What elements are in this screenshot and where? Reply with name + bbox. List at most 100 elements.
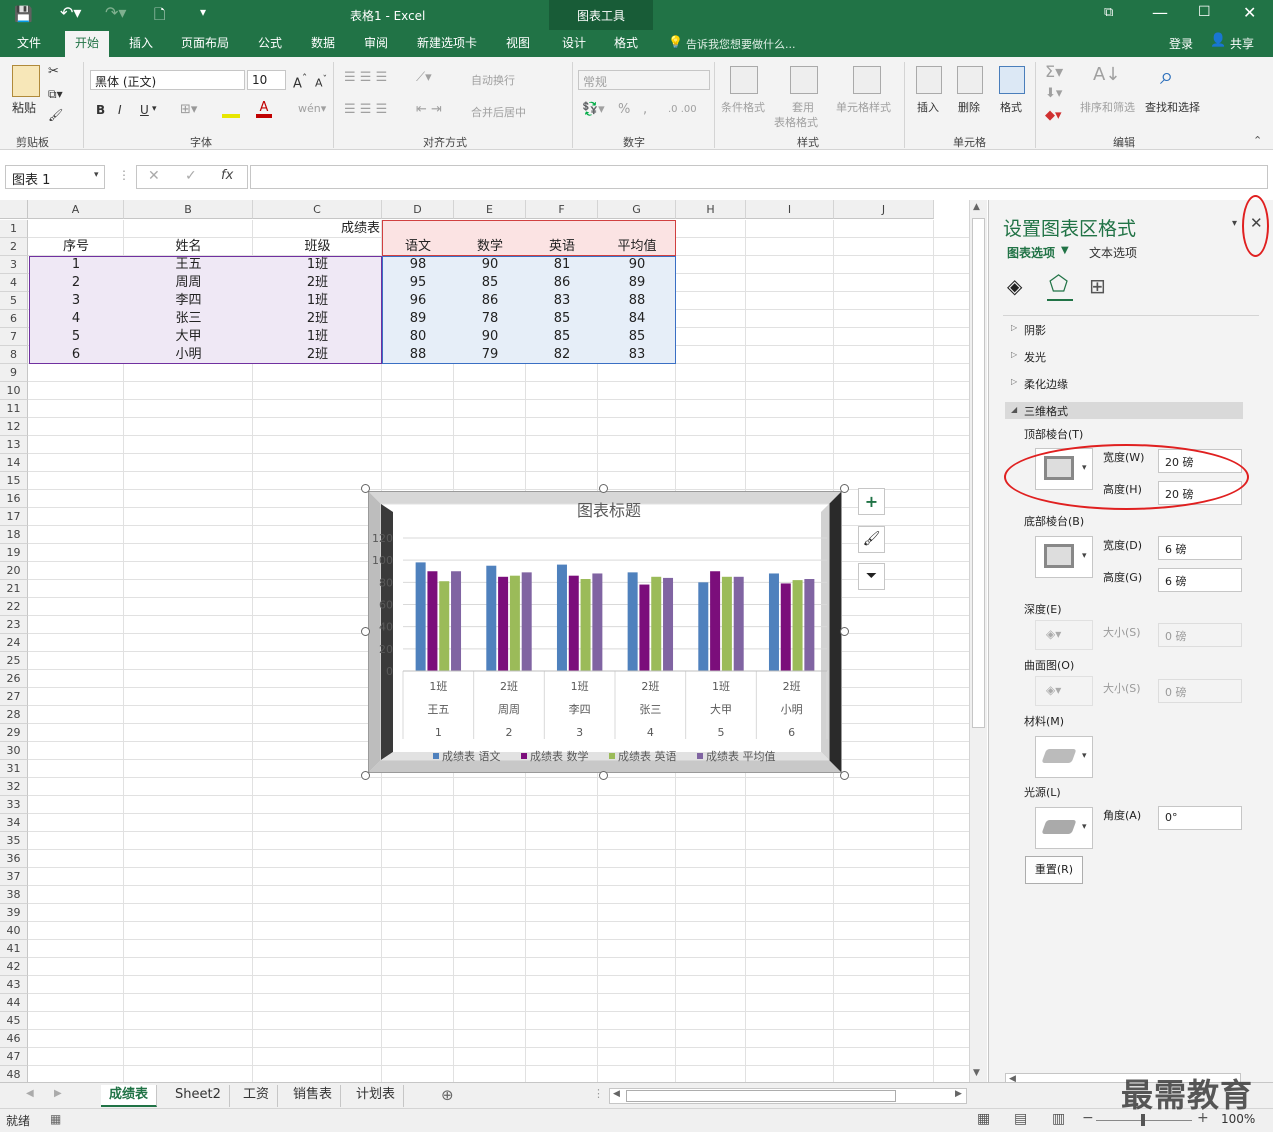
row-header-48[interactable]: 48 <box>0 1066 28 1082</box>
chart-elements-icon[interactable]: + <box>858 488 885 515</box>
format-painter-icon[interactable]: 🖌 <box>48 108 63 122</box>
macro-record-icon[interactable]: ▦ <box>50 1112 61 1126</box>
column-header-J[interactable]: J <box>834 200 934 219</box>
column-header-D[interactable]: D <box>382 200 454 219</box>
row-header-17[interactable]: 17 <box>0 508 28 526</box>
find-select-icon[interactable]: ⌕ <box>1160 62 1173 90</box>
table-cell[interactable]: 1 <box>28 256 124 274</box>
table-cell[interactable]: 大甲 <box>124 328 253 346</box>
conditional-format-icon[interactable] <box>730 66 758 94</box>
tab-view[interactable]: 视图 <box>506 34 530 51</box>
orientation-icon[interactable]: ⟋▾ <box>416 70 432 85</box>
resize-handle[interactable] <box>840 484 849 493</box>
find-select-button[interactable]: 查找和选择 <box>1145 99 1200 115</box>
next-sheet-icon[interactable]: ▶ <box>54 1088 62 1099</box>
row-header-8[interactable]: 8 <box>0 346 28 364</box>
tab-split-handle-icon[interactable]: ⋮ <box>593 1087 604 1100</box>
row-header-43[interactable]: 43 <box>0 976 28 994</box>
table-cell[interactable]: 张三 <box>124 310 253 328</box>
row-header-26[interactable]: 26 <box>0 670 28 688</box>
tab-review[interactable]: 审阅 <box>364 34 388 51</box>
insert-cells-button[interactable]: 插入 <box>917 99 939 115</box>
table-cell[interactable]: 86 <box>454 292 526 310</box>
row-header-36[interactable]: 36 <box>0 850 28 868</box>
row-header-12[interactable]: 12 <box>0 418 28 436</box>
table-cell[interactable]: 90 <box>454 256 526 274</box>
contour-size-input[interactable]: 0 磅 <box>1158 679 1242 703</box>
table-cell[interactable]: 80 <box>382 328 454 346</box>
tab-design[interactable]: 设计 <box>562 34 586 51</box>
table-cell[interactable]: 小明 <box>124 346 253 364</box>
chart-object[interactable]: 图表标题 120 100 80 60 40 20 0 1班 王五 1 2班 周周 2 1班 李四 3 2班 张三 4 1… <box>365 488 845 776</box>
indent-icon[interactable]: ⇤ ⇥ <box>416 102 442 117</box>
sheet-tab-sheet2[interactable]: Sheet2 <box>167 1085 230 1107</box>
add-sheet-icon[interactable]: ⊕ <box>441 1086 454 1104</box>
row-header-42[interactable]: 42 <box>0 958 28 976</box>
column-header-H[interactable]: H <box>676 200 746 219</box>
row-header-5[interactable]: 5 <box>0 292 28 310</box>
delete-cells-icon[interactable] <box>957 66 983 94</box>
resize-handle[interactable] <box>361 771 370 780</box>
format-as-table-line1[interactable]: 套用 <box>792 99 814 115</box>
resize-handle[interactable] <box>599 771 608 780</box>
percent-button[interactable]: % <box>618 102 630 117</box>
table-cell[interactable]: 王五 <box>124 256 253 274</box>
sheet-tab-sales[interactable]: 销售表 <box>285 1085 342 1107</box>
insert-cells-icon[interactable] <box>916 66 942 94</box>
row-header-39[interactable]: 39 <box>0 904 28 922</box>
row-header-21[interactable]: 21 <box>0 580 28 598</box>
tab-page-layout[interactable]: 页面布局 <box>181 34 229 51</box>
table-cell[interactable]: 83 <box>598 346 676 364</box>
page-layout-view-icon[interactable]: ▤ <box>1014 1111 1027 1127</box>
vertical-scrollbar[interactable]: ▲ ▼ <box>969 200 987 1082</box>
lighting-picker[interactable]: ▾ <box>1035 807 1093 849</box>
table-cell[interactable]: 88 <box>382 346 454 364</box>
cell-styles-button[interactable]: 单元格样式 <box>836 99 891 115</box>
row-header-27[interactable]: 27 <box>0 688 28 706</box>
row-header-6[interactable]: 6 <box>0 310 28 328</box>
vertical-scroll-thumb[interactable] <box>972 218 985 728</box>
row-header-34[interactable]: 34 <box>0 814 28 832</box>
tab-file[interactable]: 文件 <box>17 34 41 51</box>
sheet-tab-salary[interactable]: 工资 <box>235 1085 279 1107</box>
section-glow[interactable]: 发光 <box>1024 349 1046 365</box>
table-cell[interactable]: 2 <box>28 274 124 292</box>
collapse-ribbon-icon[interactable]: ⌃ <box>1253 134 1262 147</box>
pane-options-dropdown-icon[interactable]: ▾ <box>1232 218 1237 229</box>
scroll-left-icon[interactable]: ◀ <box>613 1089 620 1099</box>
format-as-table-icon[interactable] <box>790 66 818 94</box>
table-cell[interactable]: 90 <box>598 256 676 274</box>
row-header-29[interactable]: 29 <box>0 724 28 742</box>
column-header-E[interactable]: E <box>454 200 526 219</box>
number-format-combo[interactable]: 常规 <box>578 70 710 90</box>
font-name-combo[interactable]: 黑体 (正文) <box>90 70 245 90</box>
bottom-width-input[interactable]: 6 磅 <box>1158 536 1242 560</box>
sheet-tab-scores[interactable]: 成绩表 <box>101 1085 158 1107</box>
format-as-table-line2[interactable]: 表格格式 <box>774 114 818 130</box>
table-cell[interactable]: 81 <box>526 256 598 274</box>
expand-shadow-icon[interactable]: ▷ <box>1011 323 1017 332</box>
cell-styles-icon[interactable] <box>853 66 881 94</box>
expand-soft-edges-icon[interactable]: ▷ <box>1011 377 1017 386</box>
resize-handle[interactable] <box>840 627 849 636</box>
decimal-icon[interactable]: .0 .00 <box>668 104 697 115</box>
header-cell[interactable]: 语文 <box>382 238 454 256</box>
row-header-25[interactable]: 25 <box>0 652 28 670</box>
cut-icon[interactable]: ✂ <box>48 64 59 79</box>
tab-data[interactable]: 数据 <box>311 34 335 51</box>
table-cell[interactable]: 84 <box>598 310 676 328</box>
page-break-view-icon[interactable]: ▥ <box>1052 1111 1065 1127</box>
ribbon-display-icon[interactable]: ⧉ <box>1104 5 1113 20</box>
prev-sheet-icon[interactable]: ◀ <box>26 1088 34 1099</box>
tab-chart-options[interactable]: 图表选项 <box>1007 244 1055 261</box>
row-header-33[interactable]: 33 <box>0 796 28 814</box>
row-header-20[interactable]: 20 <box>0 562 28 580</box>
row-header-3[interactable]: 3 <box>0 256 28 274</box>
expand-glow-icon[interactable]: ▷ <box>1011 350 1017 359</box>
table-cell[interactable]: 2班 <box>253 346 382 364</box>
row-header-47[interactable]: 47 <box>0 1048 28 1066</box>
row-header-41[interactable]: 41 <box>0 940 28 958</box>
undo-icon[interactable]: ↶▾ <box>60 3 81 22</box>
table-cell[interactable]: 李四 <box>124 292 253 310</box>
row-header-32[interactable]: 32 <box>0 778 28 796</box>
